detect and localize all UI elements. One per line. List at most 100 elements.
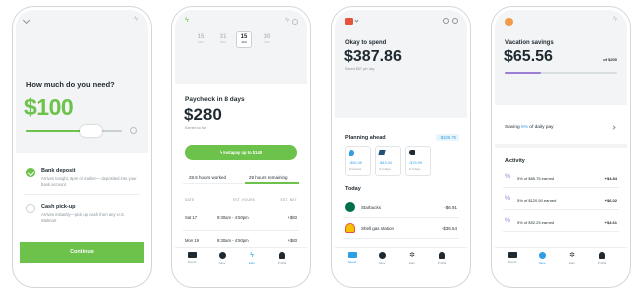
app-showcase: ϟ How much do you need? $100 Bank deposi… <box>0 0 644 294</box>
date-month: DEC <box>219 40 227 44</box>
nav-save[interactable]: Save <box>531 252 553 265</box>
lightning-icon: ϟ <box>613 16 617 23</box>
nav-label: Save <box>378 261 386 265</box>
bill-amount: -$92.45 <box>349 161 362 165</box>
gear-icon[interactable] <box>452 18 458 24</box>
saving-rate-text[interactable]: Saving 5% of daily pay <box>505 125 554 130</box>
cash-pickup-title: Cash pick-up <box>41 204 76 210</box>
today-label: Today <box>345 186 361 192</box>
nav-profile[interactable]: Profile <box>591 252 613 265</box>
nav-label: Spend <box>347 260 357 264</box>
nav-earn[interactable]: ✲ Earn <box>561 252 583 265</box>
save-icon <box>218 252 226 259</box>
nav-spend[interactable]: Spend <box>341 252 363 264</box>
percent-icon: % <box>505 218 511 224</box>
nav-label: Save <box>538 261 546 265</box>
sparkle-icon: ✲ <box>409 252 415 259</box>
transaction-row[interactable]: Shell gas station -$36.54 <box>343 219 459 239</box>
nav-label: Profile <box>437 261 447 265</box>
saving-text: Saving <box>505 125 520 130</box>
nav-spend[interactable]: Spend <box>501 252 523 264</box>
nav-earn[interactable]: ✲ Earn <box>401 252 423 265</box>
nav-profile[interactable]: Profile <box>271 252 293 265</box>
transaction-name: Shell gas station <box>361 226 395 231</box>
paycheck-amount: $280 <box>184 105 222 124</box>
gear-icon[interactable] <box>292 19 298 25</box>
card-icon <box>187 252 197 258</box>
date-item[interactable]: 15 DEC <box>193 34 209 44</box>
info-icon[interactable] <box>130 127 137 134</box>
col-header-hours: EST. HOURS <box>233 198 256 202</box>
section-separator <box>495 144 627 148</box>
nav-save[interactable]: Save <box>211 252 233 265</box>
paycheck-title: Paycheck in 8 days <box>185 96 245 103</box>
tab-hours-worked[interactable]: 28.5 hours worked <box>189 175 226 180</box>
amount-slider-thumb[interactable] <box>80 125 102 137</box>
shell-logo <box>345 223 355 233</box>
nav-profile[interactable]: Profile <box>431 252 453 265</box>
upcoming-bill-card[interactable]: -$43.34 In 2 days <box>375 146 401 176</box>
save-icon <box>378 252 386 259</box>
divider <box>24 194 140 195</box>
nav-spend[interactable]: Spend <box>181 252 203 264</box>
bottom-nav: Spend Save ✲ Earn Profile <box>495 247 627 269</box>
date-item-selected[interactable]: 15 JAN <box>236 31 252 48</box>
transaction-row[interactable]: Starbucks -$6.91 <box>343 198 459 218</box>
cash-pickup-radio[interactable] <box>26 204 35 213</box>
saving-text: of daily pay <box>529 125 554 130</box>
col-header-net: EST. NET <box>280 198 297 202</box>
upcoming-bill-card[interactable]: -$76.99 In 5 days <box>405 146 431 176</box>
phone-bill-icon <box>378 150 386 155</box>
continue-button[interactable]: Continue <box>20 242 144 263</box>
col-header-date: DATE <box>185 198 195 202</box>
row-net: +$83 <box>287 215 297 220</box>
date-month: JAN <box>241 40 247 44</box>
nav-label: Earn <box>248 261 256 265</box>
bill-amount: -$76.99 <box>409 161 422 165</box>
activity-desc: 5% of $120.50 earned <box>517 198 557 203</box>
person-icon <box>279 252 285 259</box>
bank-logo-icon[interactable] <box>345 18 353 25</box>
instapay-label: Instapay up to $140 <box>223 150 263 155</box>
lightning-outline-icon: ϟ <box>285 17 289 24</box>
nav-save[interactable]: Save <box>371 252 393 265</box>
save-icon <box>538 252 546 259</box>
savings-screen: ϟ Vacation savings $65.56 of $200 Saving… <box>495 10 627 284</box>
instapay-button[interactable]: ϟ Instapay up to $140 <box>185 145 297 160</box>
bank-deposit-radio[interactable] <box>26 168 35 177</box>
okay-to-spend-label: Okay to spend <box>345 40 387 46</box>
spend-sub-label: Saved $87 per day <box>345 67 375 71</box>
search-icon[interactable] <box>443 18 449 24</box>
activity-amount: +$6.02 <box>604 198 617 203</box>
advance-amount: $100 <box>24 94 74 120</box>
activity-desc: 5% of $92.25 earned <box>517 220 555 225</box>
activity-row[interactable]: % 5% of $120.50 earned +$6.02 <box>503 190 619 210</box>
amount-slider-fill <box>26 130 88 132</box>
bank-deposit-title: Bank deposit <box>41 168 76 174</box>
savings-goal: of $200 <box>603 57 617 62</box>
row-divider <box>183 230 299 231</box>
date-item[interactable]: 30 JAN <box>259 34 275 44</box>
row-date: Sat 17 <box>185 215 198 220</box>
activity-amount: +$4.84 <box>604 176 617 181</box>
planning-ahead-amount[interactable]: -$226.75 <box>436 134 459 141</box>
activity-row[interactable]: % 5% of $85.75 earned +$4.84 <box>503 168 619 188</box>
phone-spend: Okay to spend $387.86 Saved $87 per day … <box>331 6 471 288</box>
nav-label: Save <box>218 261 226 265</box>
activity-row[interactable]: % 5% of $92.25 earned +$4.61 <box>503 212 619 232</box>
savings-progress-fill <box>505 72 541 74</box>
nav-earn[interactable]: ϟ Earn <box>241 252 263 265</box>
activity-desc: 5% of $85.75 earned <box>517 176 555 181</box>
water-drop-icon <box>349 150 354 156</box>
chevron-right-icon[interactable] <box>611 125 616 130</box>
upcoming-bill-card[interactable]: -$92.45 Tomorrow <box>345 146 371 176</box>
tab-hours-remaining[interactable]: 29 hours remaining <box>249 175 288 180</box>
row-hours: 9:30am - 4:50pm <box>217 238 249 243</box>
bill-amount: -$43.34 <box>379 161 392 165</box>
percent-icon: % <box>505 196 511 202</box>
nav-label: Profile <box>597 261 607 265</box>
phone-advance: ϟ How much do you need? $100 Bank deposi… <box>12 6 152 288</box>
savings-amount: $65.56 <box>504 48 553 65</box>
date-item[interactable]: 31 DEC <box>215 34 231 44</box>
saving-percent: 5% <box>521 125 528 130</box>
